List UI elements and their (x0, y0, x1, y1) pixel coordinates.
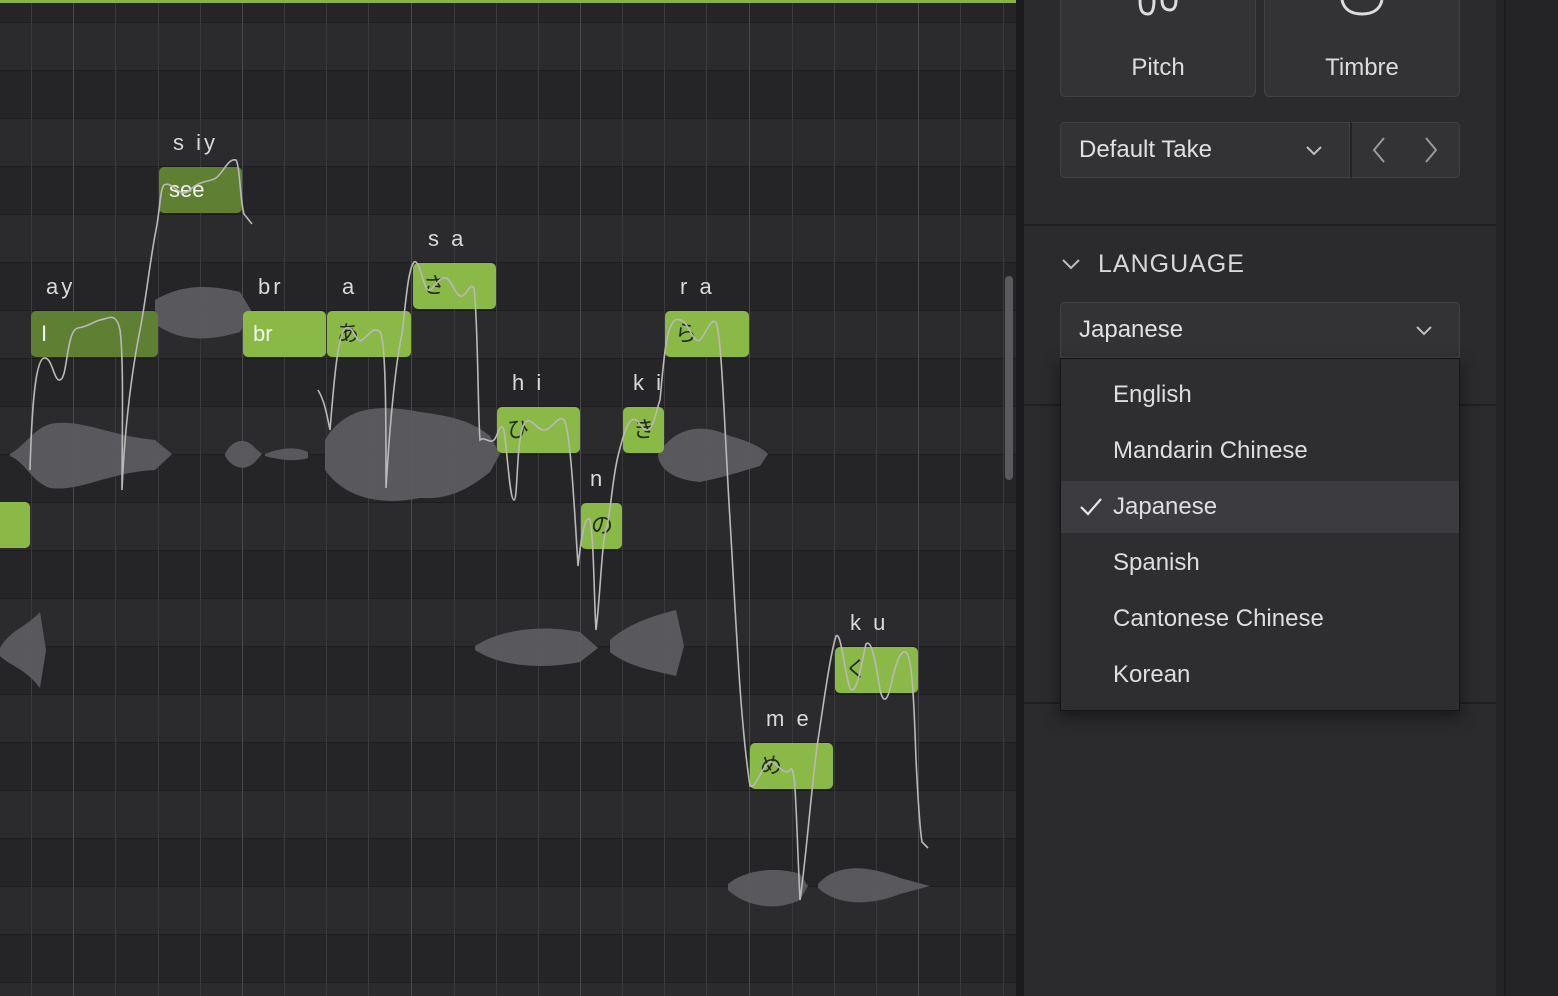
vertical-scrollbar[interactable] (1005, 276, 1013, 480)
language-option-label: Japanese (1113, 493, 1218, 520)
piano-roll[interactable]: ay I s iy see br br a あ s a さ h i ひ n の … (0, 0, 1016, 996)
pitch-curve (29, 159, 253, 491)
language-option-label: Mandarin Chinese (1113, 437, 1308, 464)
previous-take-button[interactable] (1354, 123, 1406, 177)
language-option-mandarin-chinese[interactable]: Mandarin Chinese (1061, 425, 1459, 477)
take-dropdown-value: Default Take (1079, 136, 1212, 163)
timbre-tile-label: Timbre (1325, 54, 1399, 81)
pitch-tile-button[interactable]: Pitch (1060, 0, 1256, 97)
language-option-label: Cantonese Chinese (1113, 605, 1324, 632)
language-dropdown-menu: English Mandarin Chinese Japanese Spanis… (1060, 358, 1460, 711)
pitch-curve (317, 261, 929, 901)
language-option-label: Spanish (1113, 549, 1200, 576)
pitch-tile-label: Pitch (1131, 54, 1185, 81)
next-take-button[interactable] (1404, 123, 1456, 177)
language-option-korean[interactable]: Korean (1061, 649, 1459, 701)
chevron-down-icon (1305, 123, 1323, 197)
chevron-down-icon (1062, 259, 1080, 270)
timbre-tile-button[interactable]: Timbre (1264, 0, 1460, 97)
language-section-title: LANGUAGE (1098, 249, 1245, 278)
pitch-icon (1138, 0, 1178, 16)
language-section-header[interactable]: LANGUAGE (1060, 246, 1245, 282)
language-option-english[interactable]: English (1061, 369, 1459, 421)
language-option-cantonese-chinese[interactable]: Cantonese Chinese (1061, 593, 1459, 645)
language-option-label: Korean (1113, 661, 1191, 688)
language-option-japanese[interactable]: Japanese (1061, 481, 1459, 533)
language-option-spanish[interactable]: Spanish (1061, 537, 1459, 589)
take-navigation (1350, 122, 1460, 178)
chevron-left-icon (1372, 137, 1385, 163)
panel-splitter[interactable] (1016, 0, 1024, 996)
chevron-right-icon (1425, 137, 1438, 163)
timbre-icon (1340, 0, 1384, 16)
language-option-label: English (1113, 381, 1192, 408)
language-dropdown[interactable]: Japanese (1060, 302, 1460, 358)
pitch-curve-layer (29, 159, 929, 901)
side-toolbar (1496, 0, 1558, 996)
take-dropdown[interactable]: Default Take (1060, 122, 1350, 178)
section-divider (1024, 224, 1496, 226)
language-dropdown-value: Japanese (1079, 316, 1184, 343)
